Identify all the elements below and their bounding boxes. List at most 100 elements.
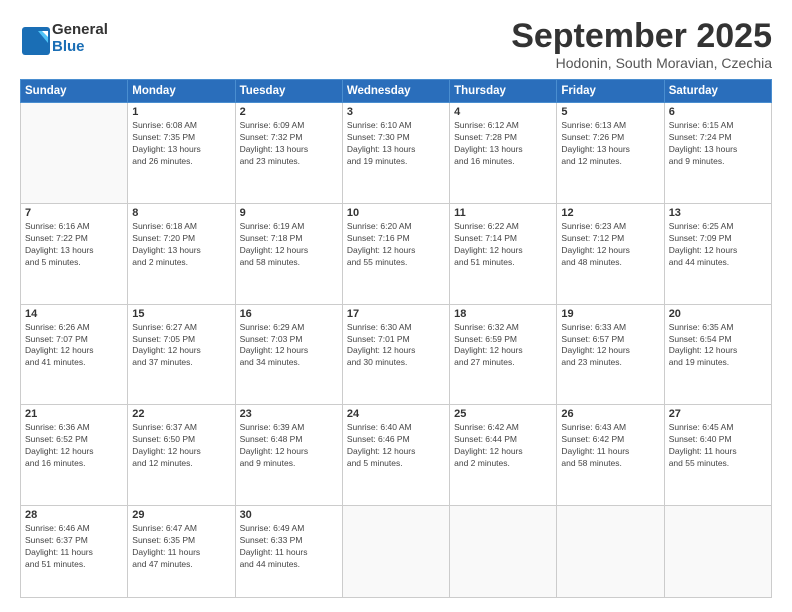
header: General Blue September 2025 Hodonin, Sou… [20,18,772,71]
table-row: 5Sunrise: 6:13 AM Sunset: 7:26 PM Daylig… [557,103,664,204]
table-row: 10Sunrise: 6:20 AM Sunset: 7:16 PM Dayli… [342,204,449,305]
day-number: 26 [561,408,659,420]
day-info: Sunrise: 6:20 AM Sunset: 7:16 PM Dayligh… [347,221,445,269]
table-row: 27 Sunrise: 6:45 AM Sunset: 6:40 PM Dayli… [664,405,771,506]
col-wednesday: Wednesday [342,80,449,103]
col-saturday: Saturday [664,80,771,103]
day-info: Sunrise: 6:18 AM Sunset: 7:20 PM Dayligh… [132,221,230,269]
day-number: 25 [454,408,552,420]
table-row: 22 Sunrise: 6:37 AM Sunset: 6:50 PM Dayli… [128,405,235,506]
subtitle: Hodonin, South Moravian, Czechia [511,55,772,71]
table-row: 26 Sunrise: 6:43 AM Sunset: 6:42 PM Dayli… [557,405,664,506]
day-info: Sunrise: 6:27 AM Sunset: 7:05 PM Dayligh… [132,322,230,370]
day-info: Sunrise: 6:47 AM Sunset: 6:35 PM Dayligh… [132,523,230,571]
logo-icon [20,25,48,53]
day-number: 27 [669,408,767,420]
day-info: Sunrise: 6:33 AM Sunset: 6:57 PM Dayligh… [561,322,659,370]
logo: General Blue [20,22,108,55]
day-number: 21 [25,408,123,420]
col-sunday: Sunday [21,80,128,103]
day-number: 9 [240,207,338,219]
day-number: 4 [454,106,552,118]
day-info: Sunrise: 6:49 AM Sunset: 6:33 PM Dayligh… [240,523,338,571]
day-number: 13 [669,207,767,219]
col-friday: Friday [557,80,664,103]
table-row: 3 Sunrise: 6:10 AM Sunset: 7:30 PM Daylig… [342,103,449,204]
day-number: 15 [132,308,230,320]
table-row [450,505,557,597]
day-number: 8 [132,207,230,219]
table-row: 8 Sunrise: 6:18 AM Sunset: 7:20 PM Daylig… [128,204,235,305]
table-row: 12 Sunrise: 6:23 AM Sunset: 7:12 PM Dayli… [557,204,664,305]
table-row: 17Sunrise: 6:30 AM Sunset: 7:01 PM Dayli… [342,304,449,405]
day-number: 24 [347,408,445,420]
day-info: Sunrise: 6:40 AM Sunset: 6:46 PM Dayligh… [347,422,445,470]
day-info: Sunrise: 6:23 AM Sunset: 7:12 PM Dayligh… [561,221,659,269]
table-row: 9Sunrise: 6:19 AM Sunset: 7:18 PM Daylig… [235,204,342,305]
table-row: 4Sunrise: 6:12 AM Sunset: 7:28 PM Daylig… [450,103,557,204]
table-row: 23Sunrise: 6:39 AM Sunset: 6:48 PM Dayli… [235,405,342,506]
day-number: 20 [669,308,767,320]
table-row: 20 Sunrise: 6:35 AM Sunset: 6:54 PM Dayli… [664,304,771,405]
day-number: 11 [454,207,552,219]
table-row: 15 Sunrise: 6:27 AM Sunset: 7:05 PM Dayli… [128,304,235,405]
day-number: 14 [25,308,123,320]
table-row: 6 Sunrise: 6:15 AM Sunset: 7:24 PM Daylig… [664,103,771,204]
day-info: Sunrise: 6:36 AM Sunset: 6:52 PM Dayligh… [25,422,123,470]
col-monday: Monday [128,80,235,103]
table-row: 11 Sunrise: 6:22 AM Sunset: 7:14 PM Dayli… [450,204,557,305]
day-info: Sunrise: 6:26 AM Sunset: 7:07 PM Dayligh… [25,322,123,370]
table-row: 2Sunrise: 6:09 AM Sunset: 7:32 PM Daylig… [235,103,342,204]
table-row: 30 Sunrise: 6:49 AM Sunset: 6:33 PM Dayli… [235,505,342,597]
day-info: Sunrise: 6:32 AM Sunset: 6:59 PM Dayligh… [454,322,552,370]
day-number: 16 [240,308,338,320]
calendar: Sunday Monday Tuesday Wednesday Thursday… [20,79,772,598]
day-number: 19 [561,308,659,320]
day-number: 30 [240,509,338,521]
day-info: Sunrise: 6:46 AM Sunset: 6:37 PM Dayligh… [25,523,123,571]
page: General Blue September 2025 Hodonin, Sou… [0,0,792,612]
col-thursday: Thursday [450,80,557,103]
day-info: Sunrise: 6:29 AM Sunset: 7:03 PM Dayligh… [240,322,338,370]
day-info: Sunrise: 6:09 AM Sunset: 7:32 PM Dayligh… [240,120,338,168]
logo-line2: Blue [52,39,108,56]
day-info: Sunrise: 6:08 AM Sunset: 7:35 PM Dayligh… [132,120,230,168]
table-row: 24 Sunrise: 6:40 AM Sunset: 6:46 PM Dayli… [342,405,449,506]
table-row: 14 Sunrise: 6:26 AM Sunset: 7:07 PM Dayli… [21,304,128,405]
day-number: 23 [240,408,338,420]
table-row: 25 Sunrise: 6:42 AM Sunset: 6:44 PM Dayli… [450,405,557,506]
day-number: 12 [561,207,659,219]
table-row [664,505,771,597]
day-number: 29 [132,509,230,521]
day-number: 3 [347,106,445,118]
day-info: Sunrise: 6:25 AM Sunset: 7:09 PM Dayligh… [669,221,767,269]
logo-text: General Blue [52,22,108,55]
table-row: 28Sunrise: 6:46 AM Sunset: 6:37 PM Dayli… [21,505,128,597]
table-row: 21 Sunrise: 6:36 AM Sunset: 6:52 PM Dayli… [21,405,128,506]
day-info: Sunrise: 6:35 AM Sunset: 6:54 PM Dayligh… [669,322,767,370]
day-number: 1 [132,106,230,118]
table-row [557,505,664,597]
table-row [342,505,449,597]
day-number: 17 [347,308,445,320]
table-row: 1 Sunrise: 6:08 AM Sunset: 7:35 PM Daylig… [128,103,235,204]
day-info: Sunrise: 6:13 AM Sunset: 7:26 PM Dayligh… [561,120,659,168]
table-row: 29 Sunrise: 6:47 AM Sunset: 6:35 PM Dayli… [128,505,235,597]
col-tuesday: Tuesday [235,80,342,103]
day-info: Sunrise: 6:15 AM Sunset: 7:24 PM Dayligh… [669,120,767,168]
header-row: Sunday Monday Tuesday Wednesday Thursday… [21,80,772,103]
title-block: September 2025 Hodonin, South Moravian, … [511,18,772,71]
day-info: Sunrise: 6:10 AM Sunset: 7:30 PM Dayligh… [347,120,445,168]
month-title: September 2025 [511,18,772,55]
table-row: 18Sunrise: 6:32 AM Sunset: 6:59 PM Dayli… [450,304,557,405]
day-info: Sunrise: 6:37 AM Sunset: 6:50 PM Dayligh… [132,422,230,470]
day-number: 6 [669,106,767,118]
day-info: Sunrise: 6:42 AM Sunset: 6:44 PM Dayligh… [454,422,552,470]
day-info: Sunrise: 6:45 AM Sunset: 6:40 PM Dayligh… [669,422,767,470]
table-row: 7Sunrise: 6:16 AM Sunset: 7:22 PM Daylig… [21,204,128,305]
day-info: Sunrise: 6:22 AM Sunset: 7:14 PM Dayligh… [454,221,552,269]
day-number: 22 [132,408,230,420]
table-row: 16 Sunrise: 6:29 AM Sunset: 7:03 PM Dayli… [235,304,342,405]
day-info: Sunrise: 6:43 AM Sunset: 6:42 PM Dayligh… [561,422,659,470]
logo-line1: General [52,22,108,39]
